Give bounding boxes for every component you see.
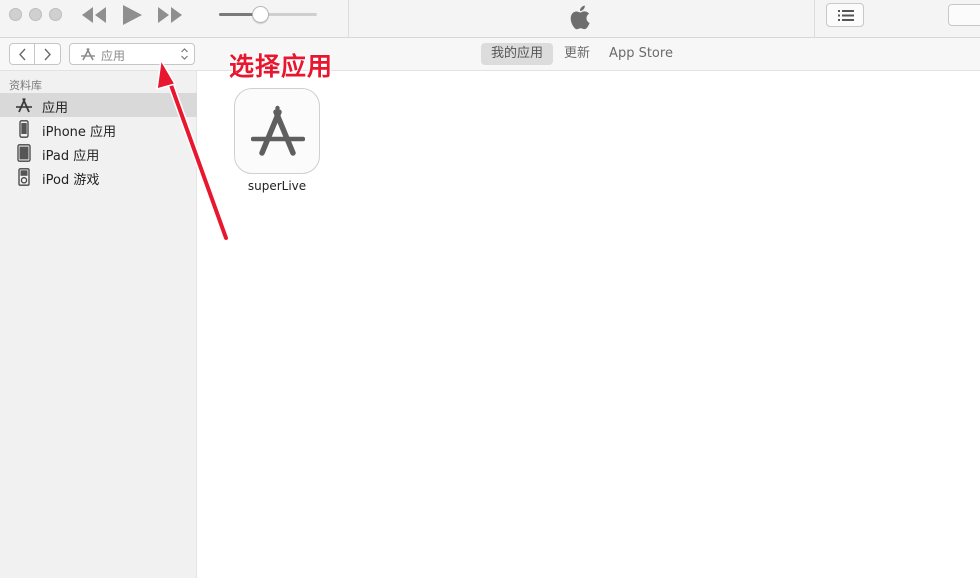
- tab-updates[interactable]: 更新: [557, 43, 597, 65]
- app-store-icon: [16, 98, 32, 113]
- list-icon: [838, 10, 854, 21]
- annotation-label: 选择应用: [228, 51, 334, 82]
- iphone-icon: [19, 120, 29, 138]
- app-tile[interactable]: superLive: [233, 88, 321, 198]
- apple-logo-icon: [570, 5, 590, 30]
- sidebar-item-ipad-apps[interactable]: iPad 应用: [0, 141, 197, 165]
- app-name: superLive: [247, 179, 307, 193]
- chevron-right-icon: [44, 48, 51, 61]
- app-store-icon: [81, 48, 95, 61]
- fast-forward-icon[interactable]: [156, 4, 184, 26]
- app-store-icon: [251, 105, 305, 156]
- ipad-icon: [17, 144, 31, 162]
- media-kind-selector[interactable]: 应用: [69, 43, 195, 65]
- sidebar-header: 资料库: [9, 79, 42, 92]
- list-view-button[interactable]: [826, 3, 864, 27]
- media-kind-label: 应用: [101, 49, 126, 63]
- ipod-icon: [18, 168, 30, 186]
- zoom-window-button[interactable]: [49, 8, 62, 21]
- sidebar-item-label: iPod 游戏: [42, 173, 100, 188]
- minimize-window-button[interactable]: [29, 8, 42, 21]
- play-icon[interactable]: [120, 4, 144, 26]
- volume-knob[interactable]: [252, 6, 269, 23]
- sidebar-item-label: iPhone 应用: [42, 125, 117, 140]
- toolbar-divider: [348, 0, 349, 38]
- chevron-left-icon: [19, 48, 26, 61]
- sidebar-item-ipod-games[interactable]: iPod 游戏: [0, 165, 197, 189]
- tab-app-store[interactable]: App Store: [604, 43, 678, 65]
- sidebar-item-apps[interactable]: 应用: [0, 93, 197, 117]
- close-window-button[interactable]: [9, 8, 22, 21]
- up-down-chevron-icon: [181, 48, 188, 60]
- navigation-bar: 应用 我的应用 更新 App Store: [0, 38, 980, 71]
- sidebar-item-label: iPad 应用: [42, 149, 100, 164]
- sidebar-item-iphone-apps[interactable]: iPhone 应用: [0, 117, 197, 141]
- app-grid: superLive: [198, 72, 980, 578]
- tab-my-apps[interactable]: 我的应用: [481, 43, 553, 65]
- sidebar-item-label: 应用: [42, 101, 69, 116]
- app-icon: [234, 88, 320, 174]
- toolbar-divider: [814, 0, 815, 38]
- title-bar: [0, 0, 980, 38]
- rewind-icon[interactable]: [80, 4, 108, 26]
- search-field[interactable]: [948, 4, 980, 26]
- forward-button[interactable]: [35, 43, 61, 65]
- back-button[interactable]: [9, 43, 35, 65]
- sidebar: 资料库 应用 iPhone 应用 iPad 应用 iPod 游戏: [0, 71, 197, 578]
